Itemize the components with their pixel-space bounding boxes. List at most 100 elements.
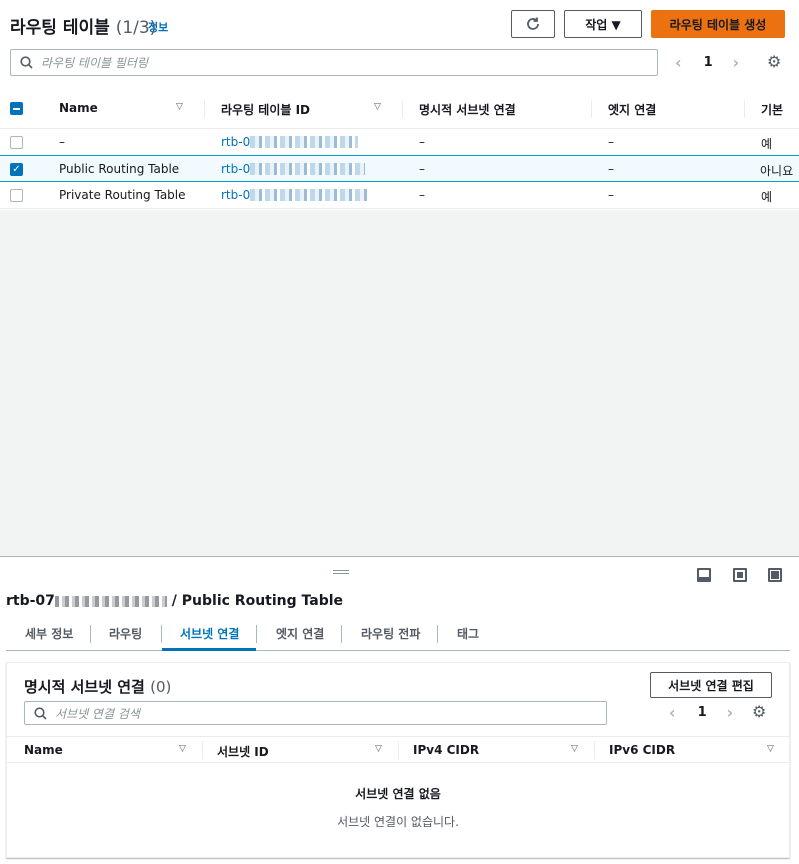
row-id-link[interactable]: rtb-0 <box>221 135 250 149</box>
detail-tabs: 세부 정보 라우팅 서브넷 연결 엣지 연결 라우팅 전파 태그 <box>6 619 790 651</box>
tab-divider <box>161 625 162 643</box>
table-row[interactable]: ✓ Public Routing Table rtb-0 – – 아니요 <box>0 155 799 182</box>
detail-pagination: ‹ 1 › <box>669 703 733 722</box>
detail-name: / Public Routing Table <box>171 593 344 609</box>
tab-route-propagation[interactable]: 라우팅 전파 <box>361 625 420 642</box>
col-explicit-subnet[interactable]: 명시적 서브넷 연결 <box>419 101 516 118</box>
redacted-id <box>250 189 368 201</box>
col-main[interactable]: 기본 <box>761 101 783 118</box>
redacted-id <box>54 595 167 607</box>
row-id-link[interactable]: rtb-0 <box>221 188 250 202</box>
table-row[interactable]: – rtb-0 – – 예 <box>0 129 799 156</box>
select-all-checkbox[interactable] <box>10 102 23 115</box>
col-divider[interactable] <box>204 100 205 118</box>
row-main: 예 <box>761 190 773 204</box>
next-page-icon[interactable]: › <box>727 703 734 722</box>
sort-caret-icon[interactable]: ▽ <box>571 744 578 754</box>
next-page-icon[interactable]: › <box>733 53 740 72</box>
sort-caret-icon[interactable]: ▽ <box>179 744 186 754</box>
row-main: 예 <box>761 137 773 151</box>
col-divider[interactable] <box>402 100 403 118</box>
row-name: Private Routing Table <box>59 188 186 202</box>
create-route-table-button[interactable]: 라우팅 테이블 생성 <box>651 10 785 38</box>
col-name[interactable]: Name <box>59 101 98 115</box>
filter-input[interactable]: 라우팅 테이블 필터링 <box>10 49 658 76</box>
subnet-search-input[interactable]: 서브넷 연결 검색 <box>24 701 607 725</box>
col-route-table-id[interactable]: 라우팅 테이블 ID <box>221 101 310 118</box>
sort-caret-icon[interactable]: ▽ <box>767 744 774 754</box>
search-icon <box>20 56 33 69</box>
filter-placeholder: 라우팅 테이블 필터링 <box>41 56 148 70</box>
actions-dropdown[interactable]: 작업 ▼ <box>564 10 642 38</box>
col-name[interactable]: Name <box>24 743 63 757</box>
col-ipv4-cidr[interactable]: IPv4 CIDR <box>413 743 479 757</box>
row-checkbox[interactable]: ✓ <box>10 163 23 176</box>
panel-side-icon[interactable] <box>733 568 747 582</box>
col-divider[interactable] <box>594 741 595 759</box>
pagination: ‹ 1 › <box>675 53 739 72</box>
redacted-id <box>250 136 358 148</box>
page-title-text: 라우팅 테이블 <box>10 18 110 38</box>
tab-divider <box>341 625 342 643</box>
sort-caret-icon[interactable]: ▽ <box>375 744 382 754</box>
redacted-id <box>250 163 365 175</box>
empty-state-text: 서브넷 연결이 없습니다. <box>337 815 459 829</box>
row-checkbox[interactable] <box>10 136 23 149</box>
section-count: (0) <box>150 678 172 696</box>
row-edge: – <box>608 162 614 176</box>
row-edge: – <box>608 188 614 202</box>
tab-divider <box>90 625 91 643</box>
tab-edge-associations[interactable]: 엣지 연결 <box>276 625 324 642</box>
edit-subnet-associations-button[interactable]: 서브넷 연결 편집 <box>650 672 772 698</box>
tab-divider <box>437 625 438 643</box>
empty-state-title: 서브넷 연결 없음 <box>355 787 441 801</box>
col-subnet-id[interactable]: 서브넷 ID <box>217 743 269 760</box>
col-divider[interactable] <box>591 100 592 118</box>
page-title: 라우팅 테이블 (1/3) <box>10 13 156 38</box>
col-ipv6-cidr[interactable]: IPv6 CIDR <box>609 743 675 757</box>
route-tables-panel: 라우팅 테이블 (1/3) 정보 작업 ▼ 라우팅 테이블 생성 라우팅 테이블… <box>0 0 799 556</box>
page-number[interactable]: 1 <box>698 705 707 720</box>
info-link[interactable]: 정보 <box>148 19 168 35</box>
section-title-text: 명시적 서브넷 연결 <box>24 678 145 696</box>
col-divider[interactable] <box>398 741 399 759</box>
tab-routes[interactable]: 라우팅 <box>109 625 142 642</box>
prev-page-icon[interactable]: ‹ <box>675 53 682 72</box>
route-tables-container: 라우팅 테이블 (1/3) 정보 작업 ▼ 라우팅 테이블 생성 라우팅 테이블… <box>0 0 799 210</box>
page-number[interactable]: 1 <box>704 55 713 70</box>
gear-icon[interactable]: ⚙ <box>767 52 781 71</box>
row-edge: – <box>608 135 614 149</box>
row-subnet: – <box>419 188 425 202</box>
subnet-associations-container: 명시적 서브넷 연결 (0) 서브넷 연결 편집 서브넷 연결 검색 ‹ 1 ›… <box>6 662 790 858</box>
active-tab-indicator <box>162 648 256 651</box>
prev-page-icon[interactable]: ‹ <box>669 703 676 722</box>
refresh-icon <box>527 17 539 30</box>
col-divider[interactable] <box>202 741 203 759</box>
panel-full-icon[interactable] <box>768 568 782 582</box>
tab-subnet-associations[interactable]: 서브넷 연결 <box>180 625 239 642</box>
subnet-table-header: Name ▽ 서브넷 ID ▽ IPv4 CIDR ▽ IPv6 CIDR ▽ <box>7 736 789 763</box>
tab-tags[interactable]: 태그 <box>457 625 479 642</box>
search-icon <box>34 706 47 720</box>
table-row[interactable]: Private Routing Table rtb-0 – – 예 <box>0 182 799 209</box>
section-title: 명시적 서브넷 연결 (0) <box>24 676 171 697</box>
sort-caret-icon[interactable]: ▽ <box>176 102 183 112</box>
panel-bottom-icon[interactable] <box>697 568 711 582</box>
col-edge-association[interactable]: 엣지 연결 <box>608 101 656 118</box>
tab-divider <box>256 625 257 643</box>
refresh-button[interactable] <box>511 10 555 38</box>
row-subnet: – <box>419 162 425 176</box>
row-id-link[interactable]: rtb-0 <box>221 162 250 176</box>
row-main: 아니요 <box>760 164 794 178</box>
tab-details[interactable]: 세부 정보 <box>25 625 73 642</box>
gear-icon[interactable]: ⚙ <box>752 702 766 721</box>
row-subnet: – <box>419 135 425 149</box>
table-header: Name ▽ 라우팅 테이블 ID ▽ 명시적 서브넷 연결 엣지 연결 기본 <box>0 88 799 129</box>
detail-id-prefix: rtb-07 <box>6 593 55 609</box>
sort-caret-icon[interactable]: ▽ <box>374 102 381 112</box>
row-checkbox[interactable] <box>10 189 23 202</box>
col-divider[interactable] <box>744 100 745 118</box>
row-name: Public Routing Table <box>59 162 180 176</box>
detail-title: rtb-07 / Public Routing Table <box>6 593 343 609</box>
resize-handle[interactable] <box>333 570 349 574</box>
